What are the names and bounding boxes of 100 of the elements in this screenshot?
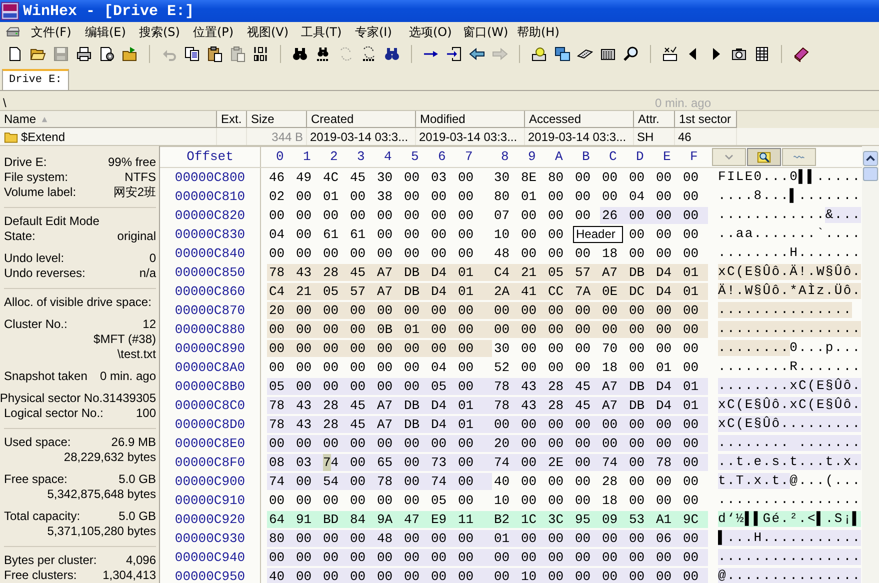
hex-byte[interactable]: 01 (456, 416, 483, 433)
search-icon[interactable] (622, 46, 638, 62)
hex-byte[interactable]: 00 (375, 207, 402, 224)
camera-icon[interactable] (730, 46, 746, 62)
hex-byte[interactable]: 00 (321, 530, 348, 547)
hex-byte[interactable]: 00 (627, 207, 654, 224)
hex-byte[interactable]: 00 (654, 435, 681, 452)
hex-byte[interactable]: 00 (321, 340, 348, 357)
hex-byte[interactable]: 00 (375, 568, 402, 583)
hex-byte[interactable]: 43 (519, 378, 546, 395)
hex-byte[interactable]: C4 (492, 264, 519, 281)
hex-byte[interactable]: 00 (573, 492, 600, 509)
hex-byte[interactable]: 01 (681, 283, 708, 300)
hex-byte[interactable]: 21 (519, 264, 546, 281)
hex-byte[interactable]: 00 (573, 188, 600, 205)
hex-byte[interactable]: 00 (573, 169, 600, 186)
hex-byte[interactable]: D4 (429, 264, 456, 281)
menu-item[interactable]: 搜索(S) (133, 24, 187, 40)
menu-item[interactable]: 位置(P) (187, 24, 241, 40)
hex-byte[interactable]: 54 (321, 473, 348, 490)
copy-icon[interactable] (184, 46, 200, 62)
hex-byte[interactable]: 01 (681, 397, 708, 414)
hex-byte[interactable]: 00 (627, 302, 654, 319)
column-header[interactable]: Ext. (217, 111, 247, 128)
hex-byte[interactable]: 78 (267, 397, 294, 414)
hex-byte[interactable]: 00 (294, 302, 321, 319)
column-header[interactable]: 1st sector (675, 111, 737, 128)
hex-byte[interactable]: 03 (294, 454, 321, 471)
hex-byte[interactable]: 00 (402, 169, 429, 186)
hex-byte[interactable]: 78 (654, 454, 681, 471)
hex-byte[interactable]: 30 (492, 340, 519, 357)
hex-byte[interactable]: 00 (600, 549, 627, 566)
scroll-up-icon[interactable] (863, 151, 878, 166)
hex-byte[interactable]: 00 (321, 549, 348, 566)
hex-byte[interactable]: 00 (627, 549, 654, 566)
hex-byte[interactable]: 00 (627, 492, 654, 509)
hex-byte[interactable]: 00 (573, 568, 600, 583)
hex-byte[interactable]: 00 (294, 226, 321, 243)
hex-byte[interactable]: 00 (600, 169, 627, 186)
hex-byte[interactable]: 00 (681, 169, 708, 186)
hex-byte[interactable]: 00 (681, 188, 708, 205)
hex-byte[interactable]: 00 (294, 492, 321, 509)
menu-item[interactable]: 编辑(E) (79, 24, 133, 40)
hex-byte[interactable]: 00 (627, 321, 654, 338)
hex-byte[interactable]: 00 (519, 226, 546, 243)
hex-byte[interactable]: 30 (492, 169, 519, 186)
hex-byte[interactable]: 00 (375, 245, 402, 262)
hex-byte[interactable]: 00 (519, 473, 546, 490)
hex-byte[interactable]: 00 (573, 302, 600, 319)
menu-item[interactable]: 视图(V) (241, 24, 295, 40)
hex-byte[interactable]: 08 (267, 454, 294, 471)
hex-byte[interactable]: 00 (429, 568, 456, 583)
hex-byte[interactable]: DB (402, 283, 429, 300)
hex-byte[interactable]: 00 (294, 188, 321, 205)
hex-byte[interactable]: 00 (681, 226, 708, 243)
hex-byte[interactable]: 00 (402, 454, 429, 471)
hex-byte[interactable]: 00 (654, 568, 681, 583)
binoculars-icon[interactable] (384, 46, 400, 62)
hex-byte[interactable]: 00 (600, 568, 627, 583)
hex-byte[interactable]: 78 (267, 416, 294, 433)
hex-byte[interactable]: 00 (348, 302, 375, 319)
hex-byte[interactable]: 00 (321, 435, 348, 452)
hex-byte[interactable]: 00 (429, 321, 456, 338)
hex-byte[interactable]: 00 (348, 188, 375, 205)
column-header[interactable]: Size (247, 111, 307, 128)
hex-byte[interactable]: 00 (546, 568, 573, 583)
hex-byte[interactable]: 00 (681, 549, 708, 566)
hex-byte[interactable]: 74 (267, 473, 294, 490)
hex-byte[interactable]: 00 (546, 321, 573, 338)
disk-icon[interactable] (530, 46, 546, 62)
hex-byte[interactable]: 02 (267, 188, 294, 205)
column-header[interactable]: Modified (416, 111, 525, 128)
hex-byte[interactable]: 45 (348, 169, 375, 186)
hex-byte[interactable]: 00 (573, 549, 600, 566)
hex-byte[interactable]: 01 (456, 264, 483, 281)
table-icon[interactable] (754, 46, 770, 62)
hex-byte[interactable]: 00 (546, 207, 573, 224)
hex-byte[interactable]: 91 (294, 511, 321, 528)
hex-byte[interactable]: 00 (654, 321, 681, 338)
hex-byte[interactable]: 00 (573, 245, 600, 262)
hex-byte[interactable]: 00 (402, 226, 429, 243)
hex-byte[interactable]: 53 (627, 511, 654, 528)
hex-byte[interactable]: 00 (546, 492, 573, 509)
hex-byte[interactable]: 00 (402, 302, 429, 319)
hex-byte[interactable]: 00 (519, 359, 546, 376)
hex-byte[interactable]: 00 (294, 530, 321, 547)
hex-byte[interactable]: C4 (267, 283, 294, 300)
hex-byte[interactable]: 9C (681, 511, 708, 528)
hex-byte[interactable]: 01 (654, 359, 681, 376)
hex-byte[interactable]: 00 (375, 549, 402, 566)
hex-byte[interactable]: A7 (600, 397, 627, 414)
hex-byte[interactable]: 00 (402, 340, 429, 357)
column-header[interactable]: Attr. (634, 111, 675, 128)
hex-byte[interactable]: 00 (267, 435, 294, 452)
hex-byte[interactable]: 70 (600, 340, 627, 357)
hex-byte[interactable]: 00 (321, 302, 348, 319)
hex-byte[interactable]: 00 (321, 245, 348, 262)
hex-byte[interactable]: 00 (402, 207, 429, 224)
hex-byte[interactable]: 00 (519, 549, 546, 566)
hex-byte[interactable]: 00 (348, 435, 375, 452)
